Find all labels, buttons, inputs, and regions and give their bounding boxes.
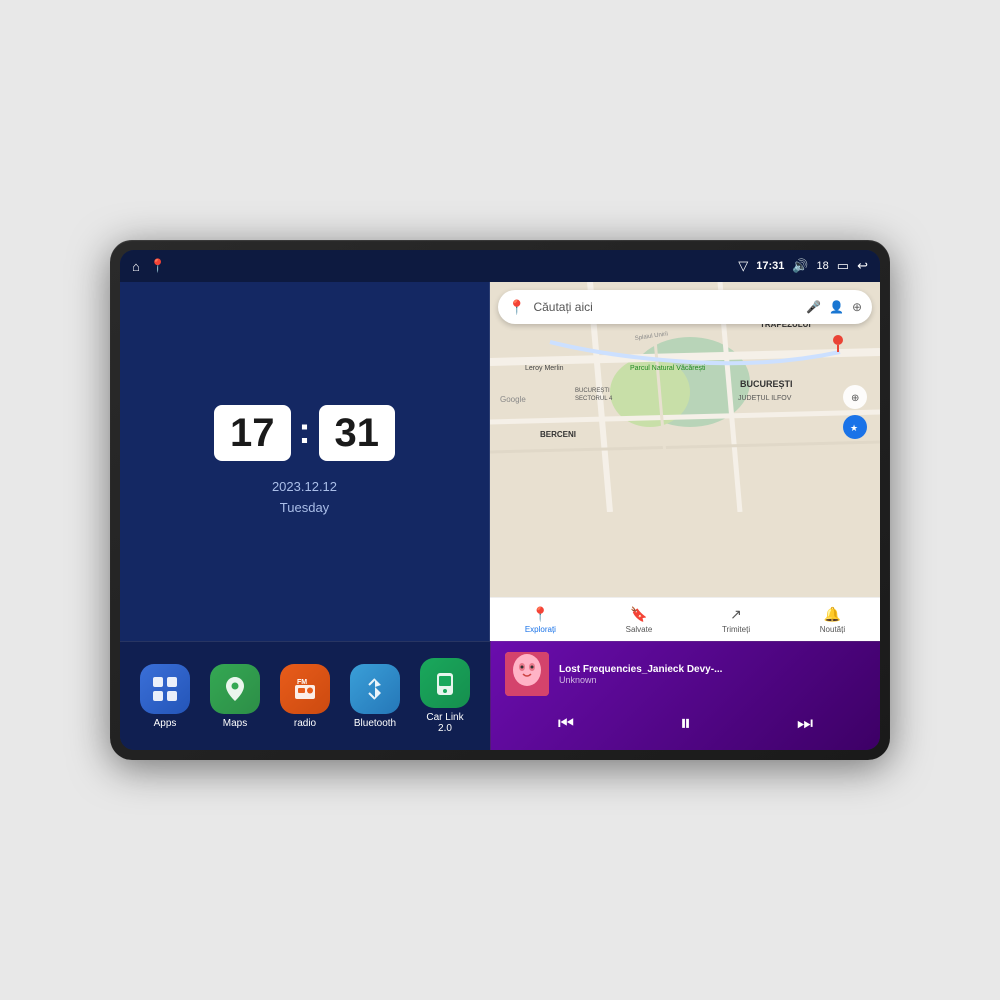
- svg-text:★: ★: [850, 423, 858, 433]
- layers-icon[interactable]: ⊕: [852, 300, 862, 314]
- status-right-info: ▽ 17:31 🔊 18 ▭ ↩: [738, 258, 868, 274]
- clock-hour: 17: [230, 413, 275, 453]
- clock-day-value: Tuesday: [272, 498, 337, 519]
- album-art: [505, 652, 549, 696]
- map-pin-icon: 📍: [508, 299, 525, 316]
- clock-widget: 17 : 31 2023.12.12 Tuesday: [120, 282, 490, 641]
- svg-text:Google: Google: [500, 395, 526, 404]
- clock-colon: :: [299, 410, 311, 452]
- map-widget[interactable]: 📍 Căutați aici 🎤 👤 ⊕: [490, 282, 880, 641]
- back-icon[interactable]: ↩: [857, 258, 868, 274]
- app-icon-bluetooth[interactable]: Bluetooth: [350, 664, 400, 729]
- account-icon[interactable]: 👤: [829, 300, 844, 314]
- music-artist: Unknown: [559, 675, 866, 685]
- radio-label: radio: [294, 718, 316, 729]
- clock-minute-block: 31: [319, 405, 396, 461]
- clock-date: 2023.12.12 Tuesday: [272, 477, 337, 519]
- maps-label: Maps: [223, 718, 247, 729]
- map-nav-saved-label: Salvate: [626, 625, 653, 634]
- next-button[interactable]: ⏭: [787, 709, 823, 738]
- main-content: 17 : 31 2023.12.12 Tuesday 📍 Căutați: [120, 282, 880, 750]
- map-nav-news-label: Noutăți: [820, 625, 845, 634]
- gps-icon: ▽: [738, 258, 748, 274]
- music-text: Lost Frequencies_Janieck Devy-... Unknow…: [559, 664, 866, 685]
- svg-text:⊕: ⊕: [851, 393, 859, 404]
- map-nav-explore-label: Explorați: [525, 625, 556, 634]
- explore-icon: 📍: [532, 606, 549, 623]
- mic-icon[interactable]: 🎤: [806, 300, 821, 314]
- album-art-inner: [505, 652, 549, 696]
- svg-text:FM: FM: [297, 679, 307, 686]
- status-left-icons: ⌂ 📍: [132, 258, 166, 274]
- bluetooth-icon-img: [350, 664, 400, 714]
- svg-text:Parcul Natural Văcărești: Parcul Natural Văcărești: [630, 365, 706, 372]
- clock-hour-block: 17: [214, 405, 291, 461]
- map-search-placeholder[interactable]: Căutați aici: [533, 300, 798, 314]
- apps-icon-img: [140, 664, 190, 714]
- bluetooth-label: Bluetooth: [354, 718, 396, 729]
- apps-row: Apps Maps: [120, 641, 490, 750]
- music-info-row: Lost Frequencies_Janieck Devy-... Unknow…: [505, 652, 866, 696]
- svg-text:BUCUREȘTI: BUCUREȘTI: [575, 388, 610, 394]
- home-icon[interactable]: ⌂: [132, 259, 140, 274]
- music-widget: Lost Frequencies_Janieck Devy-... Unknow…: [490, 641, 880, 750]
- battery-icon: ▭: [837, 258, 849, 274]
- music-title: Lost Frequencies_Janieck Devy-...: [559, 664, 866, 675]
- map-nav-share-label: Trimiteți: [722, 625, 750, 634]
- status-bar: ⌂ 📍 ▽ 17:31 🔊 18 ▭ ↩: [120, 250, 880, 282]
- app-icon-carlink[interactable]: Car Link 2.0: [420, 658, 470, 734]
- apps-label: Apps: [154, 718, 177, 729]
- map-search-bar[interactable]: 📍 Căutați aici 🎤 👤 ⊕: [498, 290, 872, 324]
- share-icon: ↗: [730, 606, 742, 623]
- map-nav-news[interactable]: 🔔 Noutăți: [820, 606, 845, 634]
- clock-display: 17 : 31: [214, 405, 395, 461]
- status-time: 17:31: [756, 260, 784, 272]
- svg-text:BERCENI: BERCENI: [540, 430, 576, 439]
- app-icon-radio[interactable]: FM radio: [280, 664, 330, 729]
- maps-icon-img: [210, 664, 260, 714]
- carlink-icon-img: [420, 658, 470, 708]
- map-bottom-nav: 📍 Explorați 🔖 Salvate ↗ Trimiteți 🔔 Nout…: [490, 597, 880, 641]
- play-pause-button[interactable]: ⏸: [670, 706, 701, 740]
- news-icon: 🔔: [824, 606, 841, 623]
- carlink-label: Car Link 2.0: [420, 712, 470, 734]
- svg-text:BUCUREȘTI: BUCUREȘTI: [740, 379, 793, 389]
- prev-button[interactable]: ⏮: [548, 709, 584, 738]
- radio-icon-img: FM: [280, 664, 330, 714]
- app-icon-maps[interactable]: Maps: [210, 664, 260, 729]
- map-pin-icon[interactable]: 📍: [150, 258, 166, 274]
- map-nav-saved[interactable]: 🔖 Salvate: [626, 606, 653, 634]
- app-icon-apps[interactable]: Apps: [140, 664, 190, 729]
- volume-icon[interactable]: 🔊: [792, 258, 808, 274]
- clock-date-value: 2023.12.12: [272, 477, 337, 498]
- saved-icon: 🔖: [630, 606, 647, 623]
- car-display-device: ⌂ 📍 ▽ 17:31 🔊 18 ▭ ↩ 17 :: [110, 240, 890, 760]
- map-search-actions: 🎤 👤 ⊕: [806, 300, 862, 314]
- music-controls: ⏮ ⏸ ⏭: [505, 706, 866, 740]
- svg-text:SECTORUL 4: SECTORUL 4: [575, 396, 613, 402]
- svg-text:Leroy Merlin: Leroy Merlin: [525, 365, 564, 372]
- clock-minute: 31: [335, 413, 380, 453]
- device-screen: ⌂ 📍 ▽ 17:31 🔊 18 ▭ ↩ 17 :: [120, 250, 880, 750]
- map-nav-share[interactable]: ↗ Trimiteți: [722, 606, 750, 634]
- map-nav-explore[interactable]: 📍 Explorați: [525, 606, 556, 634]
- battery-level: 18: [817, 260, 829, 272]
- svg-text:JUDEȚUL ILFOV: JUDEȚUL ILFOV: [738, 395, 792, 402]
